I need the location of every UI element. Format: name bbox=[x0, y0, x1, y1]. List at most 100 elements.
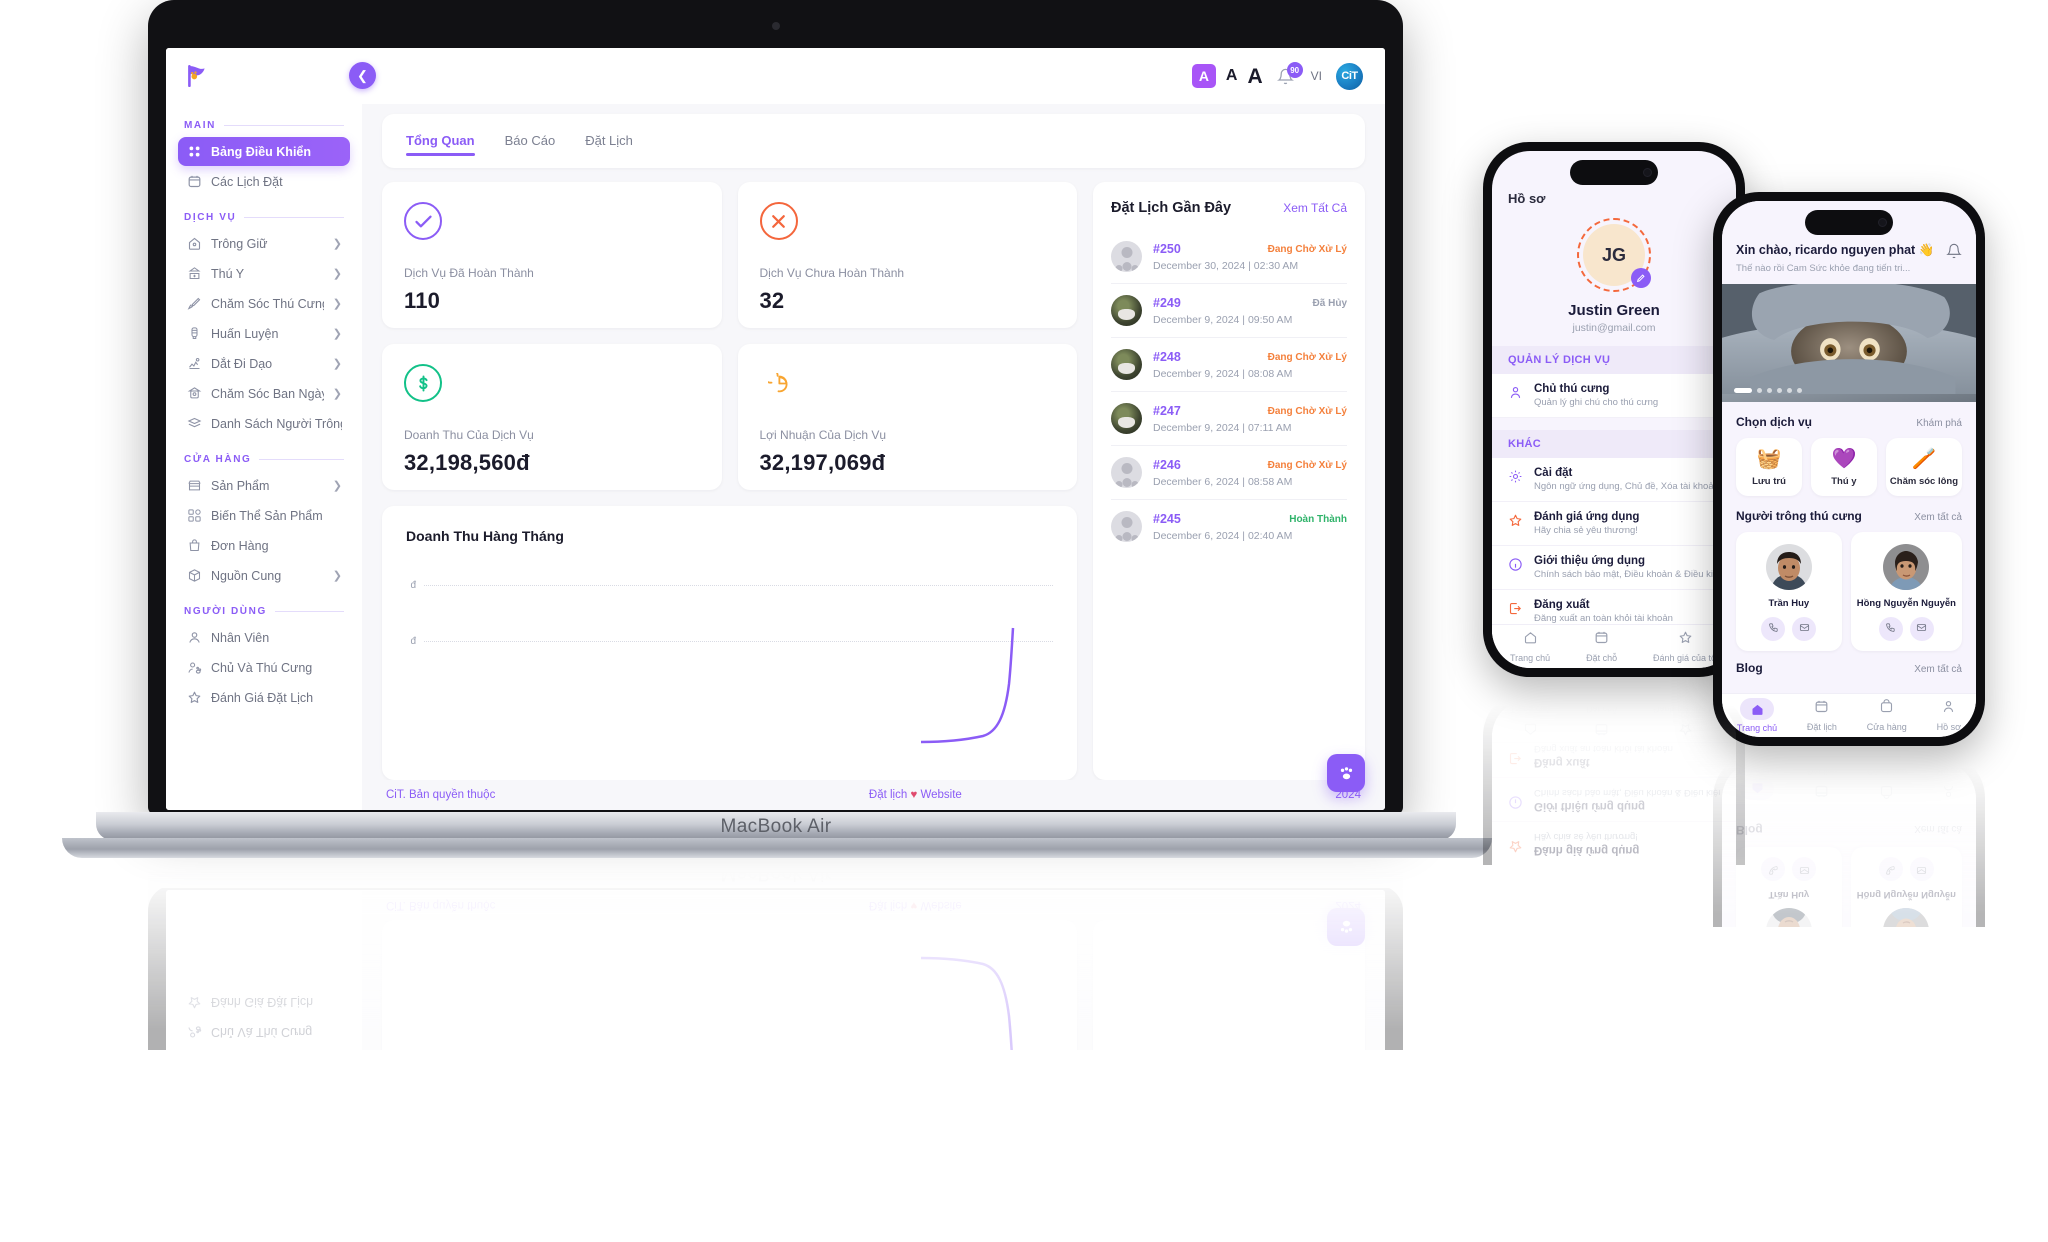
carousel-dots[interactable] bbox=[1734, 387, 1802, 393]
sidebar-item-d-t-i-d-o[interactable]: Dắt Đi Dạo ❯ bbox=[178, 349, 350, 378]
sidebar-item-s-n-ph-m[interactable]: Sản Phẩm ❯ bbox=[178, 471, 350, 500]
profile-menu-item-nh-gi-ng-d-ng[interactable]: Đánh giá ứng dụng Hãy chia sẻ yêu thương! bbox=[1492, 502, 1736, 546]
sidebar-item-nh-n-vi-n[interactable]: Nhân Viên bbox=[178, 1048, 350, 1050]
carousel-dot[interactable] bbox=[1777, 387, 1782, 393]
footer-booking-link[interactable]: Đặt lịch bbox=[869, 789, 907, 801]
sidebar-item-tr-ng-gi[interactable]: Trông Giữ ❯ bbox=[178, 229, 350, 258]
booking-row[interactable]: #250 Đang Chờ Xử Lý December 30, 2024 | 02… bbox=[1111, 230, 1347, 284]
profile-menu-item-ch-th-c-ng[interactable]: Chủ thú cưng Quản lý ghi chú cho thú cưng bbox=[1492, 374, 1736, 418]
tabbar-item-nh-gi-c-a-t-i[interactable]: Đánh giá của tôi bbox=[1653, 704, 1718, 737]
sidebar-item-label: Đánh Giá Đặt Lịch bbox=[211, 995, 314, 1010]
sidebar-collapse-button[interactable]: ❮ bbox=[349, 62, 376, 89]
footer-website-link[interactable]: Website bbox=[920, 789, 961, 801]
tabbar-item-t-l-ch[interactable]: Đặt lịch bbox=[1807, 766, 1837, 799]
sidebar-item-th-y[interactable]: Thú Y ❯ bbox=[178, 259, 350, 288]
sidebar-item-nh-n-vi-n[interactable]: Nhân Viên bbox=[178, 623, 350, 652]
profile-menu-item-ng-xu-t[interactable]: Đăng xuất Đăng xuất an toàn khỏi tài khoả… bbox=[1492, 733, 1736, 777]
carousel-dot[interactable] bbox=[1734, 387, 1752, 393]
font-size-small-button[interactable]: A bbox=[1191, 64, 1216, 88]
tabbar-item-c-a-h-ng[interactable]: Cửa hàng bbox=[1867, 766, 1907, 799]
sidebar-item-b-ng-i-u-khi-n[interactable]: Bảng Điều Khiển bbox=[178, 137, 350, 166]
font-size-large-button[interactable]: A bbox=[1247, 66, 1262, 87]
email-button[interactable] bbox=[1909, 616, 1934, 641]
service-card-ch-m-s-c-l-ng[interactable]: 🪥 Chăm sóc lông bbox=[1885, 437, 1962, 496]
booking-id[interactable]: #248 bbox=[1153, 350, 1181, 364]
sidebar-item-ch-v-th-c-ng[interactable]: Chủ Và Thú Cưng bbox=[178, 653, 350, 682]
paw-assistant-button[interactable] bbox=[1327, 908, 1365, 946]
tabbar-item-trang-ch[interactable]: Trang chủ bbox=[1737, 765, 1777, 800]
call-button[interactable] bbox=[1761, 857, 1786, 882]
booking-id[interactable]: #250 bbox=[1153, 242, 1181, 256]
tabbar-item-h-s[interactable]: Hồ sơ bbox=[1937, 766, 1961, 799]
language-selector[interactable]: VI bbox=[1311, 69, 1322, 83]
profile-menu-item-gi-i-thi-u-ng-d-ng[interactable]: Giới thiệu ứng dụng Chính sách bảo mật, Đ… bbox=[1492, 777, 1736, 821]
sidebar-item-ch-v-th-c-ng[interactable]: Chủ Và Thú Cưng bbox=[178, 1018, 350, 1047]
sidebar-item-bi-n-th-s-n-ph-m[interactable]: Biến Thể Sản Phẩm bbox=[178, 501, 350, 530]
carousel-dot[interactable] bbox=[1767, 387, 1772, 393]
booking-row[interactable]: #249 Đã Hủy December 9, 2024 | 09:50 AM bbox=[1111, 284, 1347, 338]
profile-menu-item-c-i-t[interactable]: Cài đặt Ngôn ngữ ứng dụng, Chủ đề, Xóa tà… bbox=[1492, 458, 1736, 502]
tab-tong-quan[interactable]: Tổng Quan bbox=[406, 127, 475, 156]
sidebar-item-ch-m-s-c-th-c-ng[interactable]: Chăm Sóc Thú Cưng ❯ bbox=[178, 289, 350, 318]
tab-bao-cao[interactable]: Báo Cáo bbox=[505, 127, 556, 156]
call-button[interactable] bbox=[1878, 857, 1903, 882]
tabbar-item-t-ch[interactable]: Đặt chỗ bbox=[1586, 704, 1617, 737]
notifications-button[interactable]: 90 bbox=[1276, 62, 1303, 87]
tabbar-item-t-ch[interactable]: Đặt chỗ bbox=[1586, 630, 1617, 663]
booking-id[interactable]: #245 bbox=[1153, 512, 1181, 526]
edit-avatar-button[interactable] bbox=[1631, 268, 1651, 288]
tabbar-item-h-s[interactable]: Hồ sơ bbox=[1937, 699, 1961, 732]
booking-id[interactable]: #249 bbox=[1153, 296, 1181, 310]
booking-row[interactable]: #245 Hoàn Thành December 6, 2024 | 02:40 A… bbox=[1111, 500, 1347, 553]
app-logo[interactable] bbox=[166, 48, 362, 104]
booking-row[interactable]: #247 Đang Chờ Xử Lý December 9, 2024 | 07:… bbox=[1111, 392, 1347, 446]
tabbar-item-trang-ch[interactable]: Trang chủ bbox=[1510, 704, 1550, 737]
sitter-card[interactable]: Hồng Nguyễn Nguyễn bbox=[1850, 531, 1962, 651]
sitters-view-all-link[interactable]: Xem tất cả bbox=[1914, 512, 1962, 523]
profile-menu-item-gi-i-thi-u-ng-d-ng[interactable]: Giới thiệu ứng dụng Chính sách bảo mật, Đ… bbox=[1492, 546, 1736, 590]
booking-row[interactable]: #248 Đang Chờ Xử Lý December 9, 2024 | 08:… bbox=[1111, 338, 1347, 392]
notifications-button[interactable] bbox=[1946, 243, 1962, 264]
call-button[interactable] bbox=[1761, 616, 1786, 641]
blog-view-all-link[interactable]: Xem tất cả bbox=[1914, 664, 1962, 675]
promo-banner-carousel[interactable] bbox=[1722, 283, 1976, 402]
footer-website-link[interactable]: Website bbox=[920, 899, 961, 911]
sidebar-item-nh-gi-t-l-ch[interactable]: Đánh Giá Đặt Lịch bbox=[178, 988, 350, 1017]
tabbar-item-t-l-ch[interactable]: Đặt lịch bbox=[1807, 699, 1837, 732]
sitter-card[interactable]: Hồng Nguyễn Nguyễn bbox=[1850, 847, 1962, 927]
carousel-dot[interactable] bbox=[1797, 387, 1802, 393]
booking-id[interactable]: #246 bbox=[1153, 458, 1181, 472]
tab-dat-lich[interactable]: Đặt Lịch bbox=[585, 127, 633, 156]
profile-menu-item-nh-gi-ng-d-ng[interactable]: Đánh giá ứng dụng Hãy chia sẻ yêu thương! bbox=[1492, 821, 1736, 865]
tabbar-item-c-a-h-ng[interactable]: Cửa hàng bbox=[1867, 699, 1907, 732]
bookings-view-all-link[interactable]: Xem Tất Cả bbox=[1283, 201, 1347, 215]
sidebar-item-hu-n-luy-n[interactable]: Huấn Luyện ❯ bbox=[178, 319, 350, 348]
carousel-dot[interactable] bbox=[1757, 387, 1762, 393]
tabbar-item-trang-ch[interactable]: Trang chủ bbox=[1510, 630, 1550, 663]
sidebar-item-n-h-ng[interactable]: Đơn Hàng bbox=[178, 531, 350, 560]
email-button[interactable] bbox=[1909, 857, 1934, 882]
email-button[interactable] bbox=[1792, 616, 1817, 641]
sidebar-item-c-c-l-ch-t[interactable]: Các Lịch Đặt bbox=[178, 167, 350, 196]
tabbar-item-trang-ch[interactable]: Trang chủ bbox=[1737, 698, 1777, 733]
brand-avatar[interactable]: CiT bbox=[1336, 62, 1363, 90]
sitter-card[interactable]: Trần Huy bbox=[1736, 847, 1842, 927]
footer-booking-link[interactable]: Đặt lịch bbox=[869, 899, 907, 911]
sidebar-item-ngu-n-cung[interactable]: Nguồn Cung ❯ bbox=[178, 561, 350, 590]
sidebar-item-ch-m-s-c-ban-ng-y[interactable]: Chăm Sóc Ban Ngày ❯ bbox=[178, 379, 350, 408]
font-size-medium-button[interactable]: A bbox=[1226, 68, 1238, 84]
booking-id[interactable]: #247 bbox=[1153, 404, 1181, 418]
paw-assistant-button[interactable] bbox=[1327, 754, 1365, 792]
services-explore-link[interactable]: Khám phá bbox=[1916, 418, 1962, 429]
service-card-th-y[interactable]: 💜 Thú y bbox=[1810, 437, 1877, 496]
service-card-l-u-tr[interactable]: 🧺 Lưu trú bbox=[1736, 437, 1802, 496]
sitter-card[interactable]: Trần Huy bbox=[1736, 531, 1842, 651]
email-button[interactable] bbox=[1792, 857, 1817, 882]
sidebar-item-danh-s-ch-ng-i-tr-ng-th[interactable]: Danh Sách Người Trông Thú bbox=[178, 409, 350, 438]
sidebar-item-nh-gi-t-l-ch[interactable]: Đánh Giá Đặt Lịch bbox=[178, 683, 350, 712]
tabbar-item-nh-gi-c-a-t-i[interactable]: Đánh giá của tôi bbox=[1653, 630, 1718, 663]
carousel-dot[interactable] bbox=[1787, 387, 1792, 393]
blog-view-all-link[interactable]: Xem tất cả bbox=[1914, 823, 1962, 834]
call-button[interactable] bbox=[1878, 616, 1903, 641]
booking-row[interactable]: #246 Đang Chờ Xử Lý December 6, 2024 | 08:… bbox=[1111, 446, 1347, 500]
